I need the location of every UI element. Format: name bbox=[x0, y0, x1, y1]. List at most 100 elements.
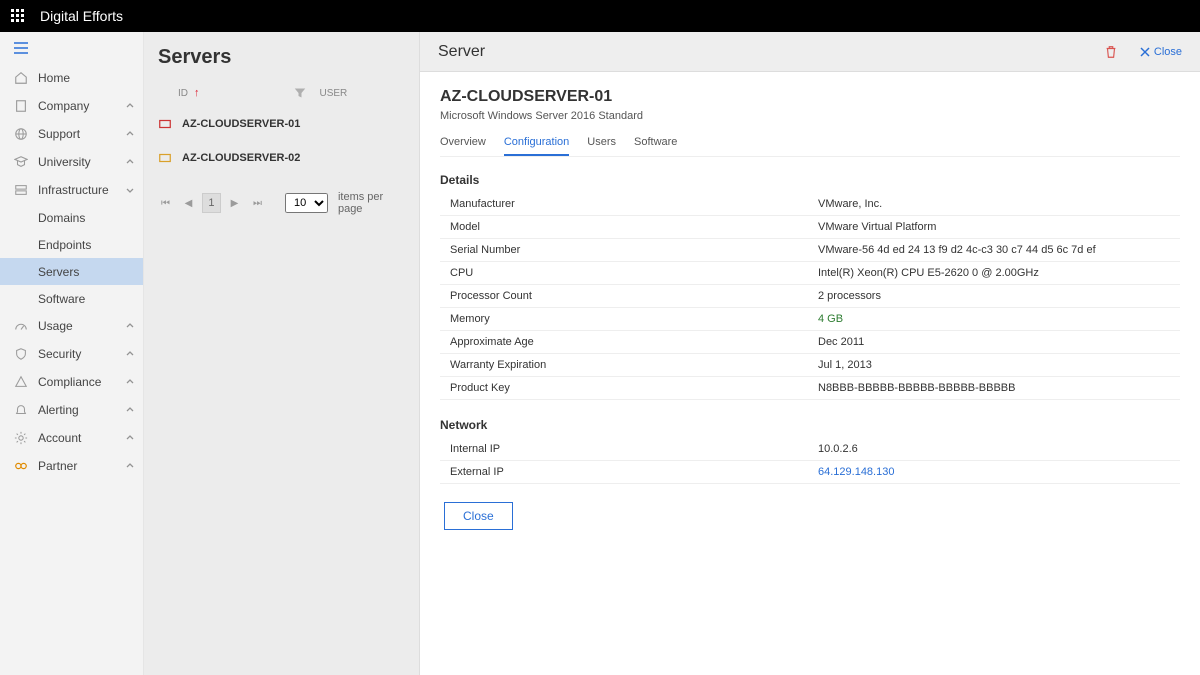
tab-configuration[interactable]: Configuration bbox=[504, 132, 569, 156]
server-row-icon bbox=[158, 151, 172, 165]
pager-size-select[interactable]: 10 bbox=[285, 193, 328, 213]
memory-value: 4 GB bbox=[818, 313, 843, 325]
close-icon bbox=[1140, 47, 1150, 57]
nav-partner[interactable]: Partner bbox=[0, 452, 143, 480]
partner-icon bbox=[14, 459, 28, 473]
detail-value: VMware, Inc. bbox=[810, 193, 1180, 216]
network-table: Internal IP10.0.2.6 External IP 64.129.14… bbox=[440, 438, 1180, 484]
detail-key: CPU bbox=[440, 262, 810, 285]
detail-pane: Server Close AZ-CLOUDSERVER-01 Microsoft… bbox=[420, 32, 1200, 675]
close-link[interactable]: Close bbox=[1140, 46, 1182, 58]
home-icon bbox=[14, 71, 28, 85]
detail-key: Memory bbox=[440, 308, 810, 331]
detail-tabs: Overview Configuration Users Software bbox=[440, 132, 1180, 157]
table-row: ManufacturerVMware, Inc. bbox=[440, 193, 1180, 216]
detail-pane-title: Server bbox=[438, 43, 485, 61]
detail-value: VMware Virtual Platform bbox=[810, 216, 1180, 239]
app-launcher-icon[interactable] bbox=[10, 8, 26, 24]
nav-sub-label: Domains bbox=[38, 211, 85, 225]
server-row[interactable]: AZ-CLOUDSERVER-02 bbox=[144, 141, 419, 175]
nav-software[interactable]: Software bbox=[0, 285, 143, 312]
nav-security[interactable]: Security bbox=[0, 340, 143, 368]
nav-label: Account bbox=[38, 431, 81, 445]
nav-domains[interactable]: Domains bbox=[0, 204, 143, 231]
pager-last[interactable]: ⏭ bbox=[248, 193, 267, 213]
nav-endpoints[interactable]: Endpoints bbox=[0, 231, 143, 258]
chevron-down-icon bbox=[125, 185, 135, 195]
nav-servers[interactable]: Servers bbox=[0, 258, 143, 285]
nav-compliance[interactable]: Compliance bbox=[0, 368, 143, 396]
nav-label: Security bbox=[38, 347, 81, 361]
nav-university[interactable]: University bbox=[0, 148, 143, 176]
table-row: External IP 64.129.148.130 bbox=[440, 461, 1180, 484]
detail-value: Dec 2011 bbox=[810, 331, 1180, 354]
detail-key: External IP bbox=[440, 461, 810, 484]
server-subtitle: Microsoft Windows Server 2016 Standard bbox=[440, 110, 1180, 122]
shield-icon bbox=[14, 347, 28, 361]
chevron-up-icon bbox=[125, 377, 135, 387]
nav-account[interactable]: Account bbox=[0, 424, 143, 452]
pager-first[interactable]: ⏮ bbox=[156, 193, 175, 213]
nav-label: Home bbox=[38, 71, 70, 85]
nav-label: Infrastructure bbox=[38, 183, 109, 197]
detail-key: Internal IP bbox=[440, 438, 810, 461]
table-row: Internal IP10.0.2.6 bbox=[440, 438, 1180, 461]
pager-next[interactable]: ▶ bbox=[225, 193, 244, 213]
chevron-up-icon bbox=[125, 101, 135, 111]
network-section-title: Network bbox=[440, 418, 1180, 432]
nav-label: Usage bbox=[38, 319, 73, 333]
nav-usage[interactable]: Usage bbox=[0, 312, 143, 340]
col-id[interactable]: ID bbox=[178, 88, 188, 99]
detail-key: Processor Count bbox=[440, 285, 810, 308]
detail-value: Intel(R) Xeon(R) CPU E5-2620 0 @ 2.00GHz bbox=[810, 262, 1180, 285]
table-row: Processor Count2 processors bbox=[440, 285, 1180, 308]
server-row[interactable]: AZ-CLOUDSERVER-01 bbox=[144, 107, 419, 141]
bell-icon bbox=[14, 403, 28, 417]
sidebar-toggle[interactable] bbox=[0, 32, 143, 64]
external-ip-link[interactable]: 64.129.148.130 bbox=[818, 466, 894, 478]
sort-asc-icon[interactable]: ↑ bbox=[194, 87, 200, 99]
pager-label: items per page bbox=[338, 191, 407, 215]
delete-button[interactable] bbox=[1104, 45, 1118, 59]
nav-infrastructure[interactable]: Infrastructure bbox=[0, 176, 143, 204]
nav-label: Support bbox=[38, 127, 80, 141]
nav-sub-label: Endpoints bbox=[38, 238, 91, 252]
chevron-up-icon bbox=[125, 461, 135, 471]
nav-sub-label: Servers bbox=[38, 265, 79, 279]
pager-current[interactable]: 1 bbox=[202, 193, 221, 213]
top-bar: Digital Efforts bbox=[0, 0, 1200, 32]
tab-users[interactable]: Users bbox=[587, 132, 616, 156]
server-row-icon bbox=[158, 117, 172, 131]
server-title: AZ-CLOUDSERVER-01 bbox=[440, 88, 1180, 106]
chevron-up-icon bbox=[125, 349, 135, 359]
detail-value: 64.129.148.130 bbox=[810, 461, 1180, 484]
detail-value: VMware-56 4d ed 24 13 f9 d2 4c-c3 30 c7 … bbox=[810, 239, 1180, 262]
pager: ⏮ ◀ 1 ▶ ⏭ 10 items per page bbox=[144, 175, 419, 231]
col-user[interactable]: USER bbox=[320, 88, 348, 99]
chevron-up-icon bbox=[125, 405, 135, 415]
nav-label: Partner bbox=[38, 459, 77, 473]
close-button[interactable]: Close bbox=[444, 502, 513, 530]
close-link-label: Close bbox=[1154, 46, 1182, 58]
table-row: Serial NumberVMware-56 4d ed 24 13 f9 d2… bbox=[440, 239, 1180, 262]
details-table: ManufacturerVMware, Inc. ModelVMware Vir… bbox=[440, 193, 1180, 400]
nav-sub-label: Software bbox=[38, 292, 85, 306]
table-row: Warranty ExpirationJul 1, 2013 bbox=[440, 354, 1180, 377]
filter-icon[interactable] bbox=[294, 87, 306, 99]
details-section-title: Details bbox=[440, 173, 1180, 187]
globe-icon bbox=[14, 127, 28, 141]
tab-software[interactable]: Software bbox=[634, 132, 677, 156]
table-row: Approximate AgeDec 2011 bbox=[440, 331, 1180, 354]
nav-label: Compliance bbox=[38, 375, 101, 389]
building-icon bbox=[14, 99, 28, 113]
nav-alerting[interactable]: Alerting bbox=[0, 396, 143, 424]
servers-table-header: ID ↑ USER bbox=[144, 81, 419, 107]
nav-support[interactable]: Support bbox=[0, 120, 143, 148]
nav-company[interactable]: Company bbox=[0, 92, 143, 120]
pager-prev[interactable]: ◀ bbox=[179, 193, 198, 213]
brand-name: Digital Efforts bbox=[40, 8, 123, 24]
nav-label: Company bbox=[38, 99, 89, 113]
detail-value: N8BBB-BBBBB-BBBBB-BBBBB-BBBBB bbox=[810, 377, 1180, 400]
nav-home[interactable]: Home bbox=[0, 64, 143, 92]
tab-overview[interactable]: Overview bbox=[440, 132, 486, 156]
